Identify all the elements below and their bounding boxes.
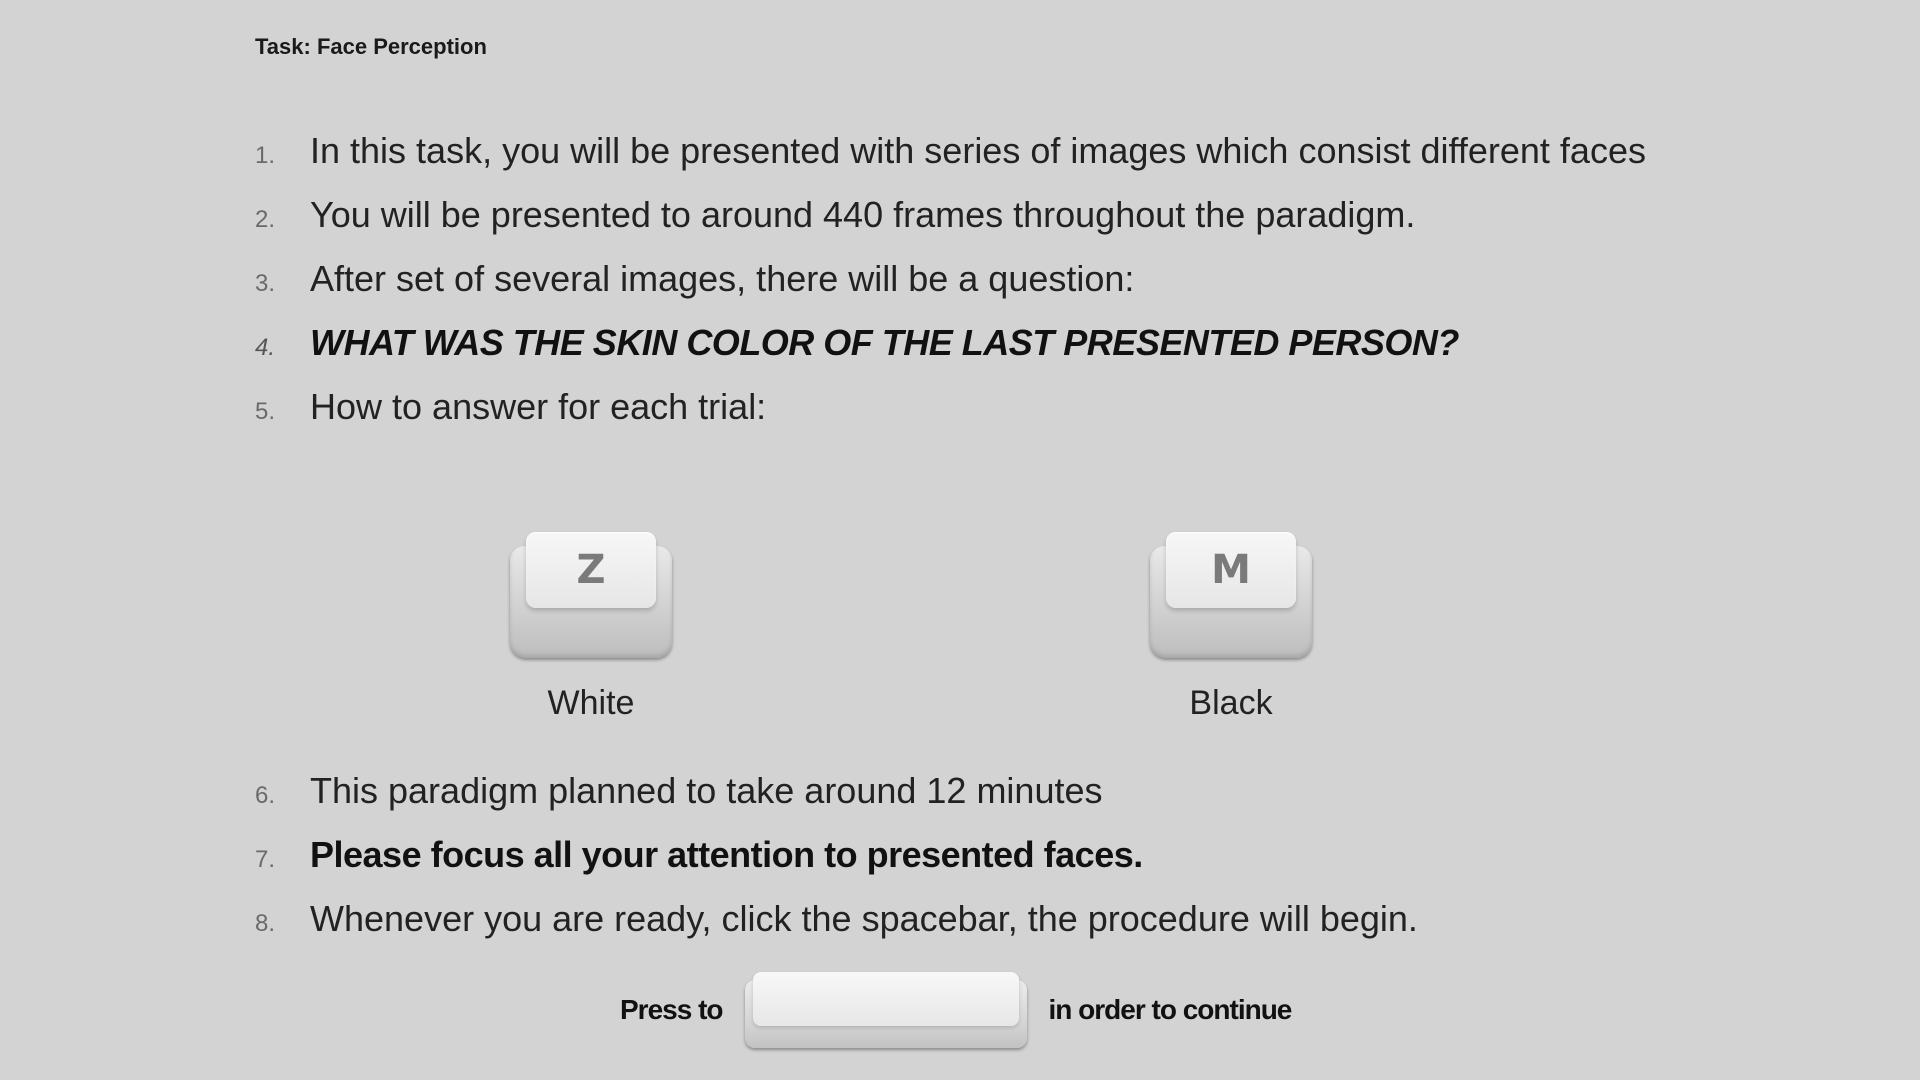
continue-prompt: Press to in order to continue <box>620 972 1293 1048</box>
key-letter: M <box>1166 532 1296 608</box>
continue-prompt-after: in order to continue <box>1048 994 1293 1025</box>
instruction-item-1: 1. In this task, you will be presented w… <box>255 130 1646 194</box>
instruction-number: 7. <box>255 846 276 873</box>
instruction-text: In this task, you will be presented with… <box>310 130 1646 171</box>
task-title: Task: Face Perception <box>255 34 487 59</box>
key-letter: Z <box>526 532 656 608</box>
instruction-item-5: 5. How to answer for each trial: <box>255 386 1646 450</box>
instruction-number: 8. <box>255 910 276 937</box>
instruction-item-6: 6. This paradigm planned to take around … <box>255 770 1418 834</box>
z-key-icon[interactable]: Z <box>510 532 672 658</box>
spacebar-key-icon[interactable] <box>744 972 1027 1048</box>
instruction-number: 5. <box>255 398 276 425</box>
instruction-text: Please focus all your attention to prese… <box>310 834 1143 875</box>
instruction-number: 2. <box>255 206 276 233</box>
key-label: White <box>547 684 635 722</box>
instruction-item-3: 3. After set of several images, there wi… <box>255 258 1646 322</box>
instruction-item-8: 8. Whenever you are ready, click the spa… <box>255 898 1418 962</box>
instruction-text: Whenever you are ready, click the spaceb… <box>310 898 1418 939</box>
instruction-list-second: 6. This paradigm planned to take around … <box>255 770 1418 962</box>
m-key-icon[interactable]: M <box>1150 532 1312 658</box>
response-option-black: M Black <box>1146 532 1316 723</box>
question-text: WHAT WAS THE SKIN COLOR OF THE LAST PRES… <box>310 322 1459 363</box>
instruction-screen: Task: Face Perception 1. In this task, y… <box>0 0 1920 1080</box>
instruction-number: 6. <box>255 782 276 809</box>
instruction-item-2: 2. You will be presented to around 440 f… <box>255 194 1646 258</box>
instruction-text: This paradigm planned to take around 12 … <box>310 770 1103 811</box>
response-option-white: Z White <box>506 532 676 723</box>
instruction-number: 1. <box>255 142 276 169</box>
instruction-list-first: 1. In this task, you will be presented w… <box>255 130 1646 450</box>
instruction-text: You will be presented to around 440 fram… <box>310 194 1416 235</box>
key-label: Black <box>1189 684 1273 722</box>
instruction-text: After set of several images, there will … <box>310 258 1135 299</box>
instruction-text: How to answer for each trial: <box>310 386 767 427</box>
instruction-item-7: 7. Please focus all your attention to pr… <box>255 834 1418 898</box>
spacebar-top <box>752 972 1019 1026</box>
continue-prompt-before: Press to <box>620 994 723 1025</box>
instruction-number: 3. <box>255 270 276 297</box>
instruction-number: 4. <box>255 334 276 361</box>
instruction-item-4: 4. WHAT WAS THE SKIN COLOR OF THE LAST P… <box>255 322 1646 386</box>
